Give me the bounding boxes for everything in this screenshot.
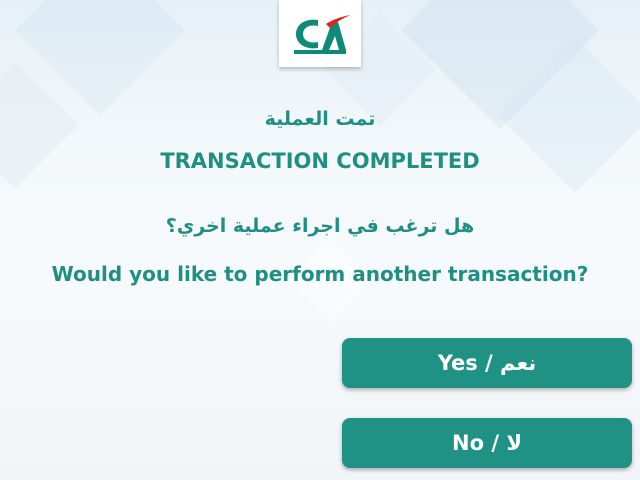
- title-english: TRANSACTION COMPLETED: [160, 149, 480, 173]
- bank-logo: [279, 0, 361, 67]
- question-english: Would you like to perform another transa…: [51, 262, 589, 286]
- question-arabic: هل ترغب في اجراء عملية اخري؟: [165, 215, 475, 237]
- no-button[interactable]: No / لا: [342, 418, 632, 468]
- credit-agricole-logo-icon: [294, 14, 350, 54]
- yes-button-label: Yes / نعم: [437, 351, 537, 375]
- yes-button[interactable]: Yes / نعم: [342, 338, 632, 388]
- title-arabic: تمت العملية: [264, 108, 376, 130]
- no-button-label: No / لا: [452, 431, 522, 455]
